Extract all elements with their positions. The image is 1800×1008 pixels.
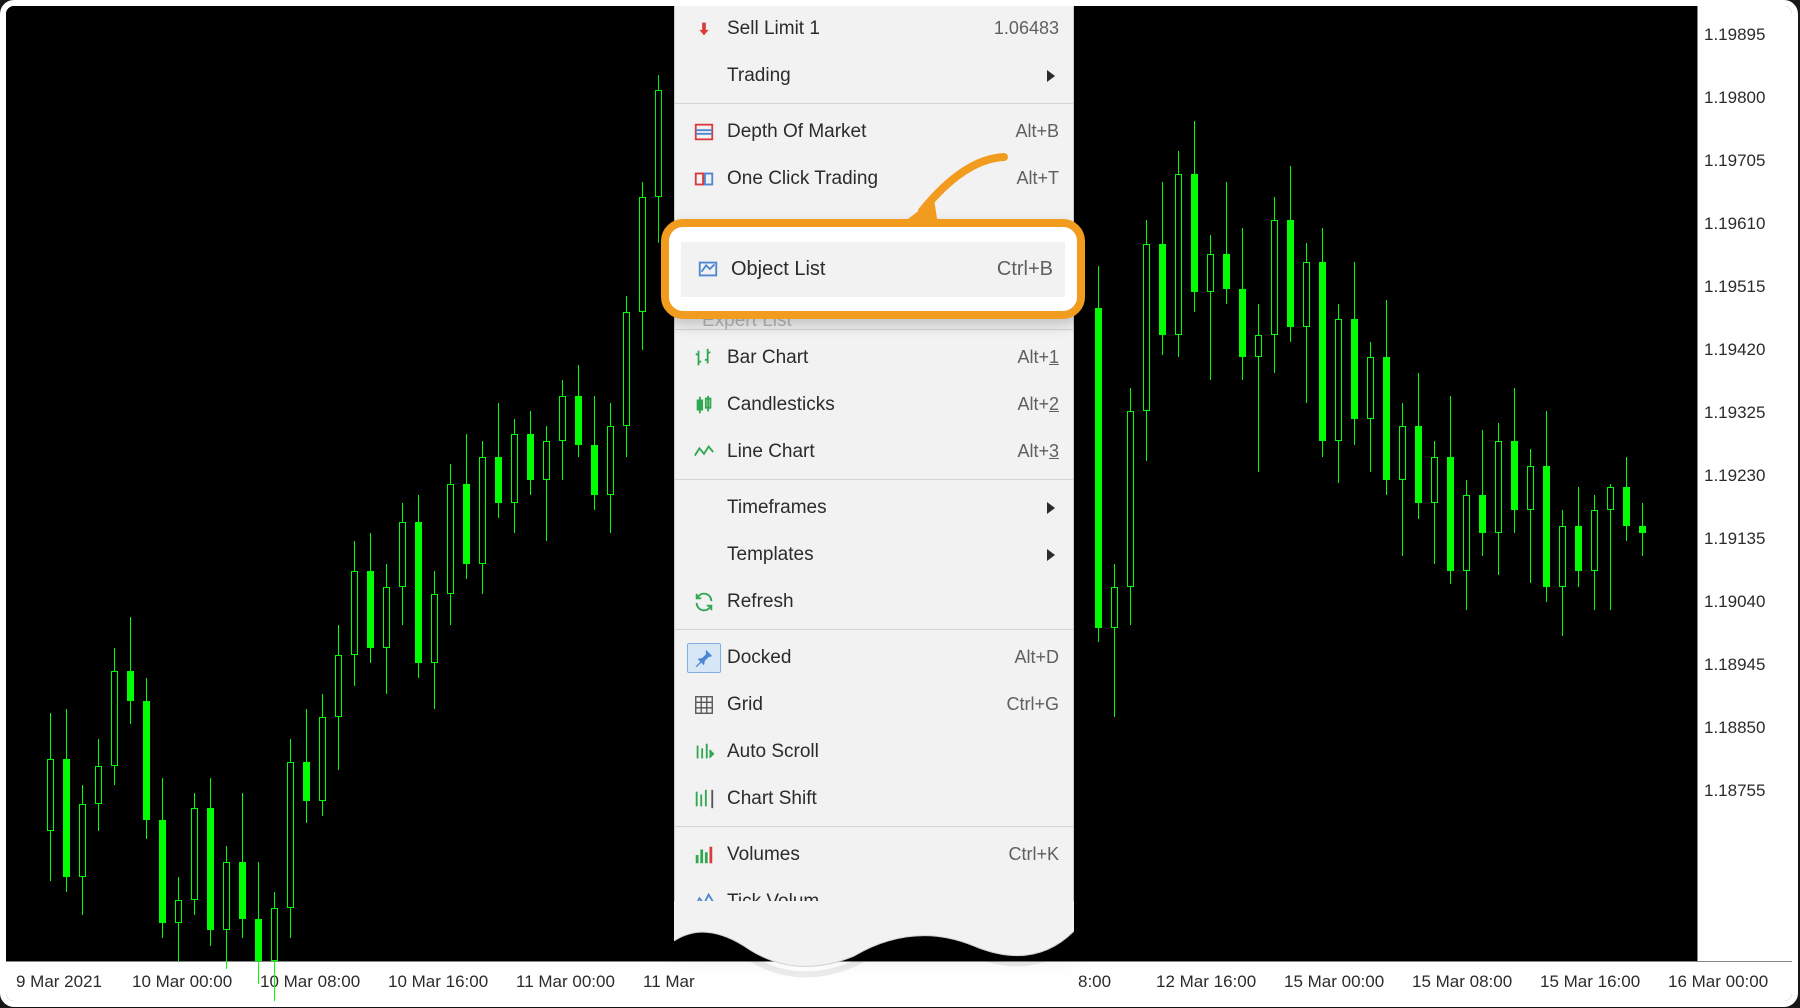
app-frame: 1.19895 1.19800 1.19705 1.19610 1.19515 … [0,0,1798,1007]
menu-label: Depth Of Market [721,121,1015,143]
time-tick: 12 Mar 16:00 [1156,972,1256,992]
menu-shortcut: Ctrl+B [997,258,1053,281]
price-tick: 1.19705 [1698,151,1765,171]
menu-shortcut: Alt+B [1015,121,1059,142]
time-tick: 15 Mar 00:00 [1284,972,1384,992]
menu-label: One Click Trading [721,168,1016,190]
tick-volumes-icon [693,891,715,913]
menu-item-auto-scroll[interactable]: Auto Scroll [675,728,1073,775]
price-tick: 1.18755 [1698,781,1765,801]
submenu-arrow-icon [1047,502,1055,514]
menu-label: Volumes [721,844,1008,866]
menu-shortcut: Alt+T [1016,168,1059,189]
menu-separator [675,826,1073,827]
menu-item-line-chart[interactable]: Line Chart Alt+3 [675,428,1073,475]
menu-label: Timeframes [721,497,1047,519]
object-list-icon [697,258,719,280]
time-tick: 15 Mar 08:00 [1412,972,1512,992]
menu-label: Chart Shift [721,788,1059,810]
highlight-ring: Object List Ctrl+B [661,219,1085,319]
menu-label: Trading [721,65,1047,87]
price-axis: 1.19895 1.19800 1.19705 1.19610 1.19515 … [1697,6,1792,961]
price-tick: 1.19040 [1698,592,1765,612]
menu-label: Bar Chart [721,347,1017,369]
time-tick: 15 Mar 16:00 [1540,972,1640,992]
menu-label: Refresh [721,591,1059,613]
menu-value: 1.06483 [994,18,1059,39]
time-tick: 11 Mar [643,972,695,992]
chart-shift-icon [693,788,715,810]
chart-context-menu: Sell Limit 1 1.06483 Trading Depth Of Ma… [674,0,1074,930]
one-click-trading-icon [693,168,715,190]
price-tick: 1.19230 [1698,466,1765,486]
price-tick: 1.19610 [1698,214,1765,234]
menu-item-tick-volumes[interactable]: Tick Volum [675,878,1073,925]
pin-icon [693,647,715,669]
price-tick: 1.19325 [1698,403,1765,423]
price-tick: 1.18850 [1698,718,1765,738]
price-tick: 1.19895 [1698,25,1765,45]
bar-chart-icon [693,347,715,369]
menu-item-refresh[interactable]: Refresh [675,578,1073,625]
candlesticks-icon [693,394,715,416]
time-tick: 10 Mar 08:00 [260,972,360,992]
menu-shortcut: Alt+1 [1017,347,1059,368]
time-tick: 10 Mar 16:00 [388,972,488,992]
sell-limit-icon [693,18,715,40]
menu-item-grid[interactable]: Grid Ctrl+G [675,681,1073,728]
menu-label: Tick Volum [721,891,1059,913]
menu-label: Docked [721,647,1014,669]
submenu-arrow-icon [1047,549,1055,561]
menu-item-chart-shift[interactable]: Chart Shift [675,775,1073,822]
time-tick: 10 Mar 00:00 [132,972,232,992]
price-tick: 1.19420 [1698,340,1765,360]
price-tick: 1.19515 [1698,277,1765,297]
menu-separator [675,103,1073,104]
price-tick: 1.19135 [1698,529,1765,549]
grid-icon [693,694,715,716]
price-tick: 1.19800 [1698,88,1765,108]
volumes-icon [693,844,715,866]
menu-item-docked[interactable]: Docked Alt+D [675,634,1073,681]
time-tick: 8:00 [1078,972,1111,992]
menu-label: Auto Scroll [721,741,1059,763]
line-chart-icon [693,441,715,463]
menu-shortcut: Alt+3 [1017,441,1059,462]
submenu-arrow-icon [1047,70,1055,82]
menu-label: Candlesticks [721,394,1017,416]
menu-item-depth-of-market[interactable]: Depth Of Market Alt+B [675,108,1073,155]
menu-item-one-click-trading[interactable]: One Click Trading Alt+T [675,155,1073,202]
menu-item-templates[interactable]: Templates [675,531,1073,578]
time-tick: 9 Mar 2021 [16,972,102,992]
menu-label: Grid [721,694,1006,716]
menu-separator [675,479,1073,480]
menu-item-sell-limit[interactable]: Sell Limit 1 1.06483 [675,5,1073,52]
menu-separator [675,629,1073,630]
menu-item-trading[interactable]: Trading [675,52,1073,99]
menu-shortcut: Alt+2 [1017,394,1059,415]
menu-item-candlesticks[interactable]: Candlesticks Alt+2 [675,381,1073,428]
menu-item-object-list[interactable]: Object List Ctrl+B [681,242,1065,297]
depth-of-market-icon [693,121,715,143]
price-tick: 1.18945 [1698,655,1765,675]
menu-label: Sell Limit 1 [721,18,994,40]
menu-label: Templates [721,544,1047,566]
menu-shortcut: Ctrl+G [1006,694,1059,715]
menu-item-bar-chart[interactable]: Bar Chart Alt+1 [675,334,1073,381]
menu-label: Object List [723,258,997,281]
menu-label: Line Chart [721,441,1017,463]
menu-shortcut: Alt+D [1014,647,1059,668]
time-tick: 11 Mar 00:00 [516,972,615,992]
menu-item-timeframes[interactable]: Timeframes [675,484,1073,531]
auto-scroll-icon [693,741,715,763]
menu-item-volumes[interactable]: Volumes Ctrl+K [675,831,1073,878]
menu-shortcut: Ctrl+K [1008,844,1059,865]
time-tick: 16 Mar 00:00 [1668,972,1768,992]
refresh-icon [693,591,715,613]
